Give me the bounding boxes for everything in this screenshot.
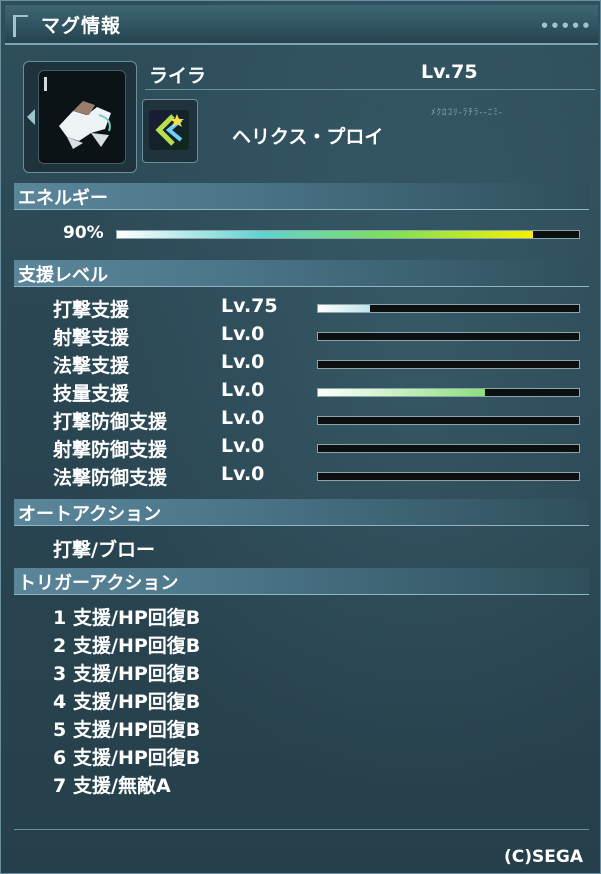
trigger-action-number: 7	[53, 775, 67, 797]
trigger-action-text: 支援/無敵A	[73, 775, 171, 797]
mag-name: ライラ	[149, 65, 207, 87]
trigger-action-item: 3 支援/HP回復B	[53, 659, 200, 686]
trigger-action-text: 支援/HP回復B	[73, 747, 201, 769]
energy-percent: 90%	[63, 223, 104, 243]
trigger-action-text: 支援/HP回復B	[73, 719, 201, 741]
trigger-action-number: 2	[53, 635, 67, 657]
auto-action-value: 打撃/ブロー	[53, 539, 155, 561]
trigger-action-number: 6	[53, 747, 67, 769]
trigger-action-header: トリガーアクション	[18, 573, 179, 594]
title-deco-icon	[13, 15, 28, 37]
support-bar	[317, 444, 580, 453]
trigger-action-text: 支援/HP回復B	[73, 607, 201, 629]
trigger-action-text: 支援/HP回復B	[73, 663, 201, 685]
trigger-action-item: 2 支援/HP回復B	[53, 631, 200, 658]
support-section-header: 支援レベル	[14, 260, 589, 287]
trigger-action-number: 3	[53, 663, 67, 685]
support-bar-fill	[318, 305, 371, 312]
mag-icon-frame[interactable]	[23, 61, 137, 173]
support-label: 法撃支援	[53, 355, 130, 377]
trigger-action-item: 4 支援/HP回復B	[53, 687, 200, 714]
support-bar-fill	[318, 389, 486, 396]
support-label: 打撃支援	[53, 299, 130, 321]
photon-blast-name: ヘリクス・プロイ	[232, 126, 384, 148]
support-header: 支援レベル	[18, 265, 108, 286]
title-dots-icon: ● ● ● ● ●	[541, 21, 590, 29]
support-bar	[317, 360, 580, 369]
support-bar	[317, 416, 580, 425]
auto-action-section-header: オートアクション	[14, 499, 589, 526]
trigger-action-item: 7 支援/無敵A	[53, 771, 171, 798]
auto-action-header: オートアクション	[18, 504, 162, 525]
support-level: Lv.0	[221, 463, 265, 485]
support-label: 射撃防御支援	[53, 439, 168, 461]
trigger-action-item: 6 支援/HP回復B	[53, 743, 200, 770]
photon-blast-icon	[149, 110, 189, 150]
trigger-action-section-header: トリガーアクション	[14, 568, 589, 595]
mag-level: Lv.75	[421, 61, 478, 83]
trigger-action-number: 4	[53, 691, 67, 713]
support-level: Lv.0	[221, 351, 265, 373]
support-level: Lv.0	[221, 407, 265, 429]
energy-bar-fill	[117, 231, 533, 238]
support-level: Lv.0	[221, 379, 265, 401]
support-bar	[317, 388, 580, 397]
trigger-action-item: 5 支援/HP回復B	[53, 715, 200, 742]
support-level: Lv.0	[221, 435, 265, 457]
support-level: Lv.0	[221, 323, 265, 345]
arrow-left-icon	[27, 109, 35, 125]
mag-name-row: ライラ Lv.75	[145, 59, 595, 90]
decorative-code-text: ﾒｸﾛｺﾘ-ﾗﾁﾗ--ﾆﾐ-	[431, 108, 503, 118]
bottom-divider	[14, 829, 589, 830]
mag-info-panel: マグ情報 ● ● ● ● ● ライラ Lv.75 ヘリクス・プロイ ﾒｸﾛｺﾘ-…	[0, 0, 601, 874]
support-label: 射撃支援	[53, 327, 130, 349]
support-label: 法撃防御支援	[53, 467, 168, 489]
trigger-action-text: 支援/HP回復B	[73, 635, 201, 657]
window-title: マグ情報	[41, 15, 122, 37]
mag-icon	[38, 70, 126, 164]
energy-bar	[116, 230, 580, 239]
copyright: (C)SEGA	[504, 847, 583, 867]
trigger-action-number: 1	[53, 607, 67, 629]
photon-blast-icon-frame[interactable]	[142, 99, 198, 163]
support-bar	[317, 472, 580, 481]
energy-header: エネルギー	[18, 188, 108, 209]
support-level: Lv.75	[221, 295, 278, 317]
trigger-action-text: 支援/HP回復B	[73, 691, 201, 713]
trigger-action-item: 1 支援/HP回復B	[53, 603, 200, 630]
trigger-action-number: 5	[53, 719, 67, 741]
support-bar	[317, 332, 580, 341]
support-label: 打撃防御支援	[53, 411, 168, 433]
support-label: 技量支援	[53, 383, 130, 405]
support-bar	[317, 304, 580, 313]
title-bar: マグ情報 ● ● ● ● ●	[5, 5, 598, 45]
energy-section-header: エネルギー	[14, 183, 589, 210]
